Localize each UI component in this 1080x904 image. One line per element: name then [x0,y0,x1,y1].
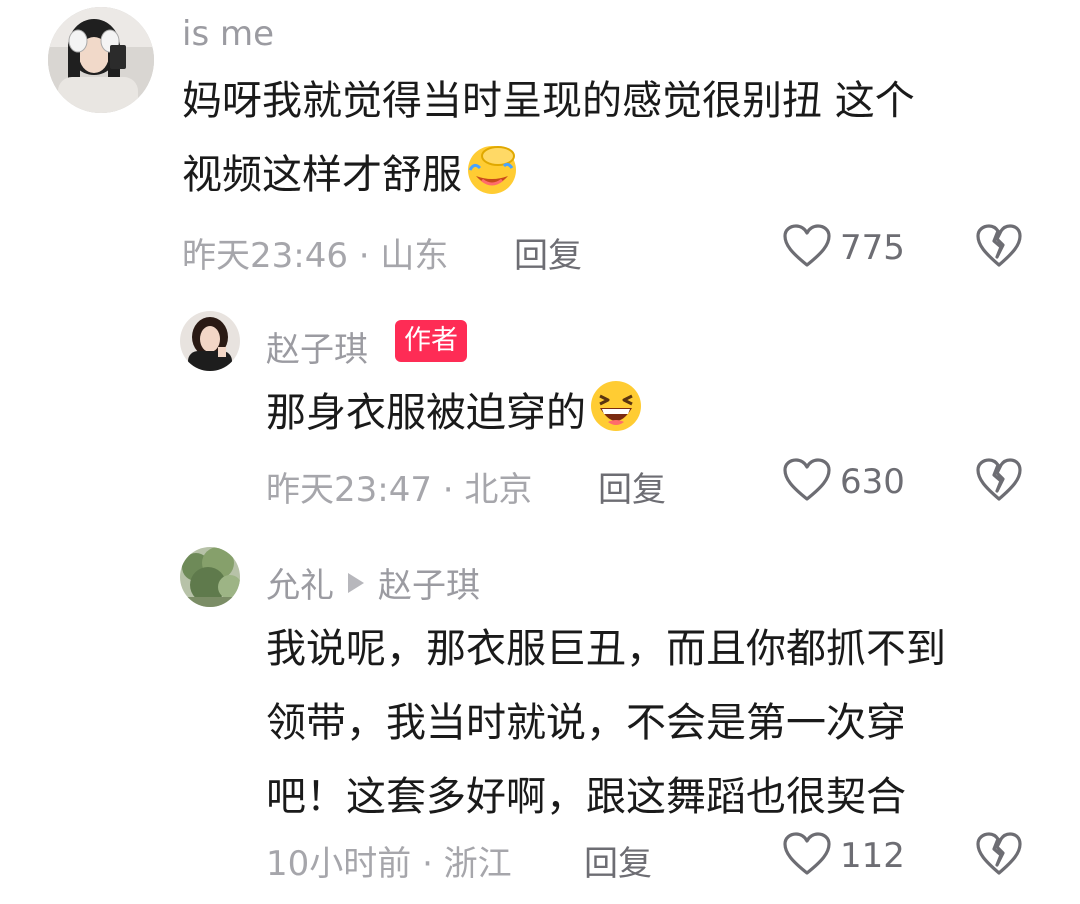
comment-text-line: 我说呢，那衣服巨丑，而且你都抓不到 [266,626,946,672]
reply-button[interactable]: 回复 [514,228,582,277]
comment-text-line: 吧！这套多好啊，跟这舞蹈也很契合 [266,774,906,820]
heart-outline-icon [782,831,832,881]
avatar[interactable] [180,311,240,371]
heart-outline-icon [782,457,832,507]
broken-heart-icon [975,832,1023,881]
like-count: 775 [840,228,905,268]
broken-heart-icon [975,458,1023,507]
like-count: 112 [840,836,905,876]
comment-meta: 10小时前 · 浙江 [266,844,512,884]
heart-outline-icon [782,223,832,273]
comment-username[interactable]: 赵子琪 [266,322,368,371]
reply-to-username[interactable]: 赵子琪 [378,566,480,606]
like-button[interactable]: 775 [782,223,905,273]
reply-arrow-icon [348,573,364,593]
comment-text-line: 视频这样才舒服 [182,138,1042,220]
comment-item: 赵子琪 作者 那身衣服被迫穿的 昨天23:47 · 北京 回复 630 [0,300,1080,530]
comment-item: is me 妈呀我就觉得当时呈现的感觉很别扭 这个 视频这样才舒服 昨天23:4… [0,0,1080,290]
reply-button[interactable]: 回复 [584,836,652,885]
like-button[interactable]: 630 [782,457,905,507]
comment-text: 妈呀我就觉得当时呈现的感觉很别扭 这个 视频这样才舒服 [182,64,1042,220]
author-badge: 作者 [395,320,467,362]
like-count: 630 [840,462,905,502]
comment-text-line-content: 视频这样才舒服 [182,152,462,198]
broken-heart-icon [975,224,1023,273]
comment-text-line: 领带，我当时就说，不会是第一次穿 [266,700,906,746]
comment-text-line: 那身衣服被迫穿的 [266,390,586,436]
comment-item: 允礼 赵子琪 我说呢，那衣服巨丑，而且你都抓不到 领带，我当时就说，不会是第一次穿… [0,536,1080,904]
avatar[interactable] [180,547,240,607]
avatar[interactable] [48,7,154,113]
dislike-button[interactable] [975,831,1023,881]
comment-username[interactable]: 允礼 [266,566,334,606]
comment-meta: 昨天23:47 · 北京 [266,470,533,510]
comment-text: 我说呢，那衣服巨丑，而且你都抓不到 领带，我当时就说，不会是第一次穿 吧！这套多… [266,612,1056,834]
dislike-button[interactable] [975,457,1023,507]
dislike-button[interactable] [975,223,1023,273]
comment-text-line: 妈呀我就觉得当时呈现的感觉很别扭 这个 [182,78,915,124]
comment-username-row: 允礼 赵子琪 [266,558,480,607]
comment-meta: 昨天23:46 · 山东 [182,236,449,276]
reply-button[interactable]: 回复 [598,462,666,511]
comment-username[interactable]: is me [182,14,274,54]
comment-text: 那身衣服被迫穿的 [266,376,1046,458]
like-button[interactable]: 112 [782,831,905,881]
laughing-emoji [588,378,644,458]
facepalm-emoji [464,140,520,220]
